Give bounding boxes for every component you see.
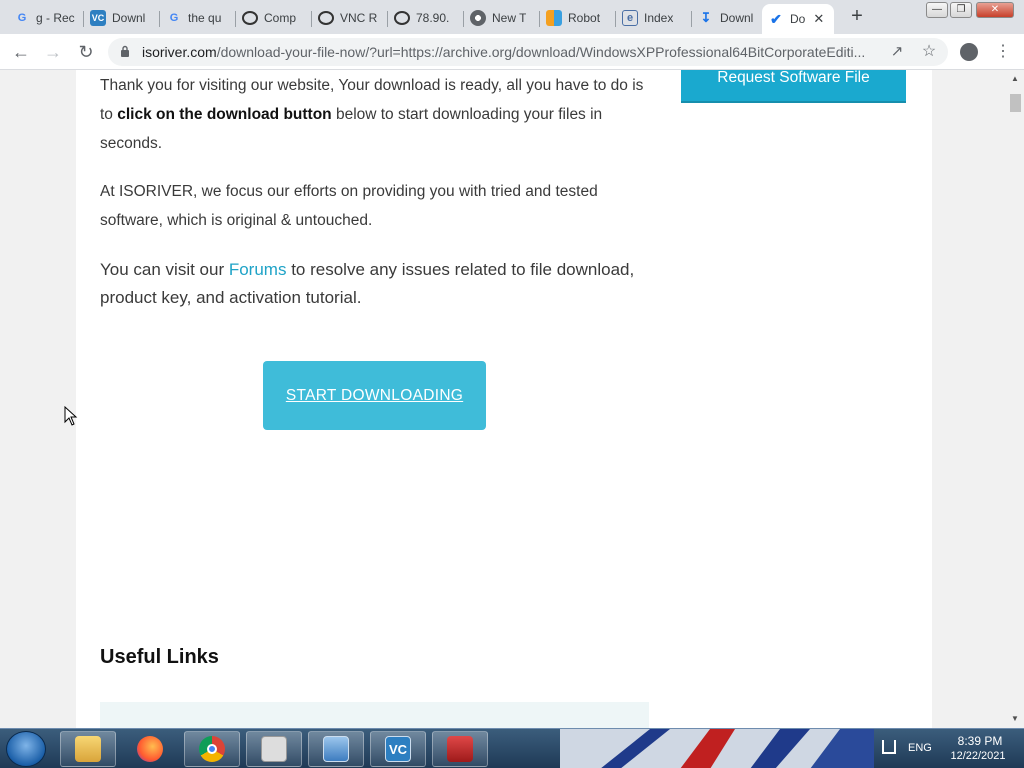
- useful-links-heading: Useful Links: [100, 646, 219, 668]
- tab-4[interactable]: Comp: [236, 4, 312, 32]
- start-button[interactable]: [6, 731, 46, 767]
- tab-title: Downl: [720, 11, 754, 25]
- download-icon: ↧: [700, 10, 712, 25]
- taskbar-chrome[interactable]: [184, 731, 240, 767]
- firefox-icon: [137, 736, 163, 762]
- system-tray: ENG 8:39 PM 12/22/2021: [874, 729, 1024, 768]
- tab-title: g - Rec: [36, 11, 75, 25]
- url-path: /download-your-file-now/?url=https://arc…: [216, 44, 866, 60]
- back-icon[interactable]: ←: [10, 41, 32, 63]
- scroll-up-arrow-icon[interactable]: ▲: [1011, 74, 1019, 83]
- check-icon: ✔: [770, 10, 782, 27]
- tab-1[interactable]: G g - Rec: [8, 4, 84, 32]
- tab-title: VNC R: [340, 11, 378, 25]
- tab-7[interactable]: New T: [464, 4, 540, 32]
- tab-9[interactable]: e Index: [616, 4, 692, 32]
- taskbar-paint[interactable]: [246, 731, 302, 767]
- start-downloading-button[interactable]: START DOWNLOADING: [263, 361, 486, 430]
- toolbox-icon: [447, 736, 473, 762]
- taskbar-remote-desktop[interactable]: [308, 731, 364, 767]
- reload-icon[interactable]: ↻: [75, 41, 97, 63]
- paint-icon: [261, 736, 287, 762]
- maximize-button[interactable]: ❐: [950, 2, 972, 18]
- forums-paragraph: You can visit our Forums to resolve any …: [100, 256, 660, 312]
- tab-active[interactable]: ✔ Do ✕: [762, 4, 834, 34]
- tab-title: Robot: [568, 11, 601, 25]
- chrome-icon: [470, 10, 486, 26]
- tab-10[interactable]: ↧ Downl: [692, 4, 762, 32]
- tab-5[interactable]: VNC R: [312, 4, 388, 32]
- clock-date[interactable]: 12/22/2021: [942, 750, 1014, 762]
- window-close-button[interactable]: ✕: [976, 2, 1014, 18]
- vnc-icon: VC: [385, 736, 411, 762]
- language-indicator[interactable]: ENG: [908, 742, 932, 754]
- taskbar-explorer[interactable]: [60, 731, 116, 767]
- google-icon: G: [169, 12, 179, 24]
- google-icon: G: [17, 12, 27, 24]
- tab-title: Index: [644, 11, 674, 25]
- page-viewport: Thank you for visiting our website, Your…: [0, 70, 1024, 728]
- focus-paragraph: At ISORIVER, we focus our efforts on pro…: [100, 183, 598, 229]
- remote-desktop-icon: [323, 736, 349, 762]
- scrollbar[interactable]: ▲ ▼: [1007, 70, 1024, 728]
- vnc-viewer-icon: [394, 11, 410, 25]
- page-content: Thank you for visiting our website, Your…: [76, 70, 932, 728]
- folder-icon: [75, 736, 101, 762]
- windows-taskbar: VC ENG 8:39 PM 12/22/2021: [0, 728, 1024, 768]
- profile-avatar-icon[interactable]: [958, 41, 980, 63]
- tab-strip: G g - Rec VC Downl G the qu Comp VNC R 7…: [0, 0, 1024, 34]
- scroll-down-arrow-icon[interactable]: ▼: [1011, 714, 1019, 723]
- menu-kebab-icon[interactable]: ⋮: [992, 41, 1014, 63]
- tab-title: New T: [492, 11, 527, 25]
- url-host: isoriver.com: [142, 44, 217, 60]
- clock-time[interactable]: 8:39 PM: [950, 734, 1010, 748]
- tab-title: the qu: [188, 11, 222, 25]
- url-text[interactable]: isoriver.com/download-your-file-now/?url…: [142, 44, 882, 60]
- forward-icon[interactable]: →: [42, 41, 64, 63]
- vnc-viewer-icon: [318, 11, 334, 25]
- address-bar[interactable]: isoriver.com/download-your-file-now/?url…: [108, 38, 948, 66]
- tab-3[interactable]: G the qu: [160, 4, 236, 32]
- minimize-button[interactable]: —: [926, 2, 948, 18]
- vnc-icon: VC: [90, 10, 106, 26]
- vnc-viewer-icon: [242, 11, 258, 25]
- close-tab-icon[interactable]: ✕: [813, 11, 824, 27]
- lock-icon[interactable]: [120, 45, 130, 57]
- tab-6[interactable]: 78.90.: [388, 4, 464, 32]
- wallpaper-art: [560, 729, 874, 768]
- bookmark-star-icon[interactable]: ☆: [918, 41, 940, 63]
- chrome-icon: [199, 736, 225, 762]
- browser-toolbar: ← → ↻ isoriver.com/download-your-file-no…: [0, 34, 1024, 70]
- new-tab-button[interactable]: +: [846, 6, 868, 28]
- useful-links-box: [100, 702, 649, 728]
- taskbar-firefox[interactable]: [122, 731, 178, 767]
- tab-title: Downl: [112, 11, 146, 25]
- robot-icon: [546, 10, 562, 26]
- forums-link[interactable]: Forums: [229, 260, 287, 279]
- tab-title: Comp: [264, 11, 297, 25]
- scroll-thumb[interactable]: [1010, 94, 1021, 112]
- taskbar-vnc[interactable]: VC: [370, 731, 426, 767]
- web-page-icon: e: [622, 10, 638, 26]
- forums-text-pre: You can visit our: [100, 260, 229, 279]
- network-icon[interactable]: [882, 740, 896, 754]
- tab-2[interactable]: VC Downl: [84, 4, 160, 32]
- request-software-file-button[interactable]: Request Software File: [681, 70, 906, 103]
- mouse-cursor-icon: [64, 406, 78, 426]
- intro-paragraph: Thank you for visiting our website, Your…: [100, 71, 660, 158]
- tab-title: Do: [790, 12, 806, 26]
- tab-8[interactable]: Robot: [540, 4, 616, 32]
- share-icon[interactable]: ↗: [886, 41, 908, 63]
- intro-bold-text: click on the download button: [117, 106, 332, 123]
- taskbar-toolbox[interactable]: [432, 731, 488, 767]
- tab-title: 78.90.: [416, 11, 450, 25]
